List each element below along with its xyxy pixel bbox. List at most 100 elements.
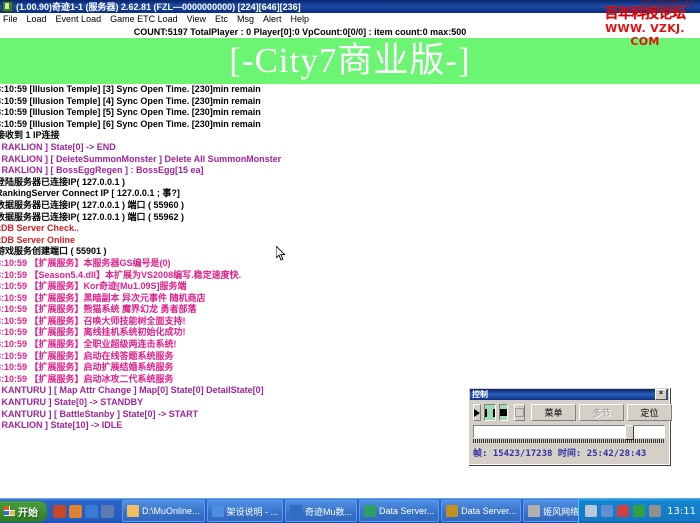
log-line: 3:10:59 【扩展服务】启动冰攻二代系统服务 [0,374,700,386]
quick-launch-bar [49,505,118,518]
log-line: xDB Server Online [0,235,700,247]
log-line: 3:10:59 [Illusion Temple] [4] Sync Open … [0,96,700,108]
taskbar-button-label: 奇迹Mu数... [305,505,352,518]
taskbar-button[interactable]: 奇迹Mu数... [285,500,357,522]
window-title: (1.00.90)奇迹1-1 (服务器) 2.62.81 (FZL---0000… [16,0,301,13]
playback-status-text: 帧: 15423/17238 时间: 25:42/28:43 [473,446,665,459]
taskbar-button-icon [364,505,376,517]
log-line: 数据服务器已连接IP( 127.0.0.1 ) 端口 ( 55960 ) [0,200,700,212]
control-panel-title: 控制 [472,389,488,400]
log-line: 3:10:59 【扩展服务】全职业超级两连击系统! [0,339,700,351]
menu-item-file[interactable]: File [3,14,18,24]
log-line: 3:10:59 【扩展服务】Kor奇迹[Mu1.09S]服务端 [0,281,700,293]
taskbar-button-icon [127,505,139,517]
menu-item-game-etc-load[interactable]: Game ETC Load [110,14,178,24]
application-window: (1.00.90)奇迹1-1 (服务器) 2.62.81 (FZL---0000… [0,0,700,523]
menu-item-alert[interactable]: Alert [263,14,282,24]
start-button[interactable]: 开始 [0,501,47,522]
log-line: [ RAKLION ] [ BossEggRegen ] : BossEgg[1… [0,165,700,177]
system-tray: 13:11 [578,499,700,523]
control-panel-body: 菜单 多节 定位 帧: 15423/17238 时间: 25:42/28:43 [469,401,669,459]
step-icon [515,408,524,417]
pause-button[interactable] [484,404,496,421]
browser-icon[interactable] [69,505,82,518]
slider-track[interactable] [473,425,665,438]
log-line: 接收到 1 IP连接 [0,130,700,142]
network-icon[interactable] [601,505,613,517]
log-line: 登陆服务器已连接IP( 127.0.0.1 ) [0,177,700,189]
server-banner: [-City7商业版-] [0,38,700,84]
taskbar: 开始 D:\MuOnline... 架设说明 - ... 奇迹Mu数... Data … [0,498,700,523]
taskbar-button-icon [290,505,302,517]
stop-button[interactable] [499,404,508,421]
step-button[interactable] [514,404,525,421]
taskbar-button-label: D:\MuOnline... [142,506,200,516]
play-icon [474,409,480,417]
taskbar-button-icon [446,505,458,517]
folder-icon[interactable] [101,505,114,518]
menu-item-load[interactable]: Load [27,14,47,24]
log-line: 3:10:59 【Season5.4.dll】本扩展为VS2008编写.稳定速度… [0,270,700,282]
window-title-bar[interactable]: (1.00.90)奇迹1-1 (服务器) 2.62.81 (FZL---0000… [0,0,700,13]
taskbar-button-label: 姬风网络Q... [543,505,578,518]
taskbar-clock[interactable]: 13:11 [667,506,696,517]
multi-section-button[interactable]: 多节 [579,404,624,421]
log-line: 游戏服务创建端口 ( 55901 ) [0,246,700,258]
start-button-label: 开始 [18,504,38,519]
log-line: 3:10:59 【扩展服务】本服务器GS编号是(0) [0,258,700,270]
stop-icon [500,409,507,416]
menu-button[interactable]: 菜单 [531,404,576,421]
app-icon [2,1,13,12]
log-line: 数据服务器已连接IP( 127.0.0.1 ) 端口 ( 55962 ) [0,212,700,224]
server-counter-line: COUNT:5197 TotalPlayer : 0 Player[0]:0 V… [0,26,700,38]
menu-bar: File Load Event Load Game ETC Load View … [0,13,700,26]
log-line: [ RAKLION ] [ DeleteSummonMonster ] Dele… [0,154,700,166]
log-line: 3:10:59 【扩展服务】熊猫系统 魔界幻龙 勇者部落 [0,304,700,316]
media-icon[interactable] [85,505,98,518]
progress-slider[interactable] [473,425,665,443]
printer-icon[interactable] [585,505,597,517]
clock-tray-icon[interactable] [649,505,661,517]
taskbar-task-list: D:\MuOnline... 架设说明 - ... 奇迹Mu数... Data Ser… [118,500,578,522]
log-line: 3:10:59 [Illusion Temple] [3] Sync Open … [0,84,700,96]
taskbar-button[interactable]: 架设说明 - ... [207,500,284,522]
log-line: 3:10:59 【扩展服务】黑暗副本 异次元事件 随机商店 [0,293,700,305]
server-banner-text: [-City7商业版-] [229,41,470,81]
windows-flag-icon [4,506,15,516]
log-line: xDB Server Check.. [0,223,700,235]
taskbar-button-label: Data Server... [461,506,516,516]
log-line: 3:10:59 【扩展服务】离线挂机系统初始化成功! [0,327,700,339]
tree-icon[interactable] [633,505,645,517]
shield-icon[interactable] [617,505,629,517]
log-line: RankingServer Connect IP [ 127.0.0.1 ; 事… [0,188,700,200]
menu-item-event-load[interactable]: Event Load [56,14,102,24]
log-line: 3:10:59 【扩展服务】召唤大师技能树全面支持! [0,316,700,328]
taskbar-button-label: Data Server... [379,506,434,516]
menu-item-msg[interactable]: Msg [237,14,254,24]
taskbar-button[interactable]: Data Server... [359,500,439,522]
slider-ticks [473,439,665,443]
close-icon[interactable]: × [655,389,667,400]
log-line: 3:10:59 【扩展服务】启动在线答题系统服务 [0,351,700,363]
control-panel-window[interactable]: 控制 × 菜单 多节 定位 帧: 15423/1723 [468,387,670,465]
menu-item-view[interactable]: View [187,14,206,24]
taskbar-button[interactable]: 姬风网络Q... [523,500,578,522]
locate-button[interactable]: 定位 [627,404,672,421]
pause-icon [485,409,495,417]
taskbar-button[interactable]: D:\MuOnline... [122,500,205,522]
qq-icon[interactable] [53,505,66,518]
log-line: 3:10:59 [Illusion Temple] [6] Sync Open … [0,119,700,131]
menu-item-etc[interactable]: Etc [215,14,228,24]
log-line: 3:10:59 [Illusion Temple] [5] Sync Open … [0,107,700,119]
menu-item-help[interactable]: Help [291,14,310,24]
taskbar-button-icon [212,505,224,517]
log-line: 3:10:59 【扩展服务】启动扩展结婚系统服务 [0,362,700,374]
taskbar-button-icon [528,505,540,517]
play-button[interactable] [473,404,481,421]
control-panel-title-bar[interactable]: 控制 × [470,389,668,400]
slider-thumb[interactable] [625,425,634,440]
taskbar-button[interactable]: Data Server... [441,500,521,522]
log-line: [ RAKLION ] State[0] -> END [0,142,700,154]
transport-button-row: 菜单 多节 定位 [473,404,665,421]
taskbar-button-label: 架设说明 - ... [227,505,279,518]
